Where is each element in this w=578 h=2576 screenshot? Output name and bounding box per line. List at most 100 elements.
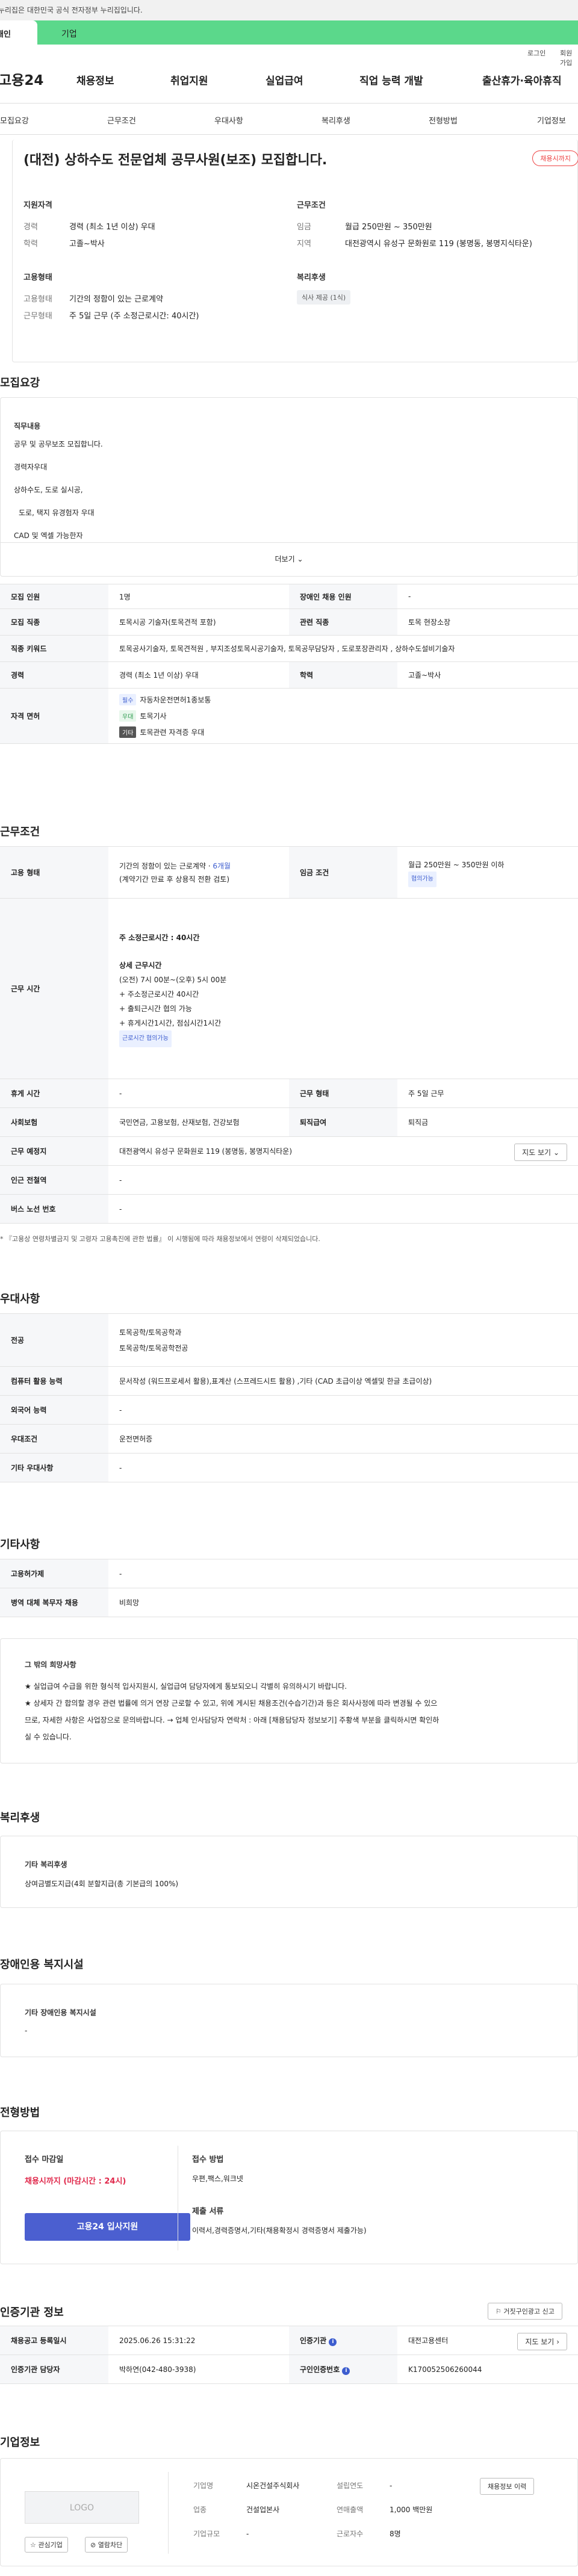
subnav-welfare[interactable]: 복리후생 [322,114,350,126]
hire-value: - [108,1559,578,1588]
place-key: 근무 예정지 [0,1136,108,1166]
disabled-card: 기타 장애인용 복지시설 - [0,1984,578,2057]
reg-key: 채용공고 등록일시 [0,2326,108,2355]
user-type-band: 개인 기업 [0,20,578,45]
retire-key: 퇴직급여 [289,1107,397,1137]
subnav-recruit[interactable]: 모집요강 [0,114,29,126]
etc-key: 기타 우대사항 [0,1453,108,1482]
subnav-company[interactable]: 기업정보 [537,114,566,126]
info-icon[interactable]: i [342,2367,350,2375]
rest-value: - [108,1079,289,1108]
wage-value: 월급 250만원 ~ 350만원 이하 협의가능 [397,846,578,899]
company-revenue: 연매출액 1,000 백만원 [337,2506,433,2514]
company-industry: 업종 건설업본사 [193,2506,280,2514]
megaphone-icon: ⚐ [496,2308,502,2315]
more-button[interactable]: 더보기 ⌄ [1,542,577,577]
deadline-value: 채용시까지 (마감시간 : 24시) [25,2177,126,2186]
method-value: 우편,팩스,워크넷 [192,2175,243,2183]
headcount-key: 모집 인원 [0,584,108,609]
welfare-etc-label: 기타 복리후생 [25,1860,67,1869]
job-value: 토목시공 기술자(토목견적 포함) [108,608,289,636]
prefer-table: 전공 토목공학/토목공학과 토목공학/토목공학전공 컴퓨터 활용 능력 문서작성 (워… [0,1313,578,1482]
welfare-card: 기타 복리후생 상여금별도지급(4회 분할지급(총 기본급의 100%) [0,1836,578,1908]
other-wish-label: 그 밖의 희망사항 [25,1661,76,1669]
lic-badge-required: 필수 [119,694,137,705]
process-card: 접수 마감일 채용시까지 (마감시간 : 24시) 고용24 입사지원 접수 방… [0,2131,578,2264]
company-title: 기업정보 [0,2436,40,2449]
subnav-prefer[interactable]: 우대사항 [214,114,243,126]
company-workers: 근로자수 8명 [337,2530,401,2538]
company-logo: LOGO [25,2491,139,2524]
chevron-down-icon: ⌄ [297,555,303,563]
gov-bar: 이 누리집은 대한민국 공식 전자정부 누리집입니다. [0,0,578,20]
fav-company-button[interactable]: ☆ 관심기업 [25,2537,68,2553]
recruit-title: 모집요강 [0,377,40,389]
lic-badge-etc: 기타 [119,726,137,738]
mil-key: 병역 대체 복무자 채용 [0,1588,108,1617]
nav-item-benefits[interactable]: 실업급여 [266,72,303,87]
org-key: 인증기관 i [289,2326,397,2355]
place-value: 대전광역시 유성구 문화원로 119 (봉명동, 봉명지식타운) 지도 보기 ⌄ [108,1136,578,1166]
welfare-pill: 식사 제공 (1식) [297,290,351,305]
type-key: 근무 형태 [289,1079,397,1108]
block-company-button[interactable]: ⊘ 열람차단 [85,2537,128,2553]
condition-table: 고용 형태 기간의 정함이 있는 근로계약 · 6개월 (계약기간 만료 후 상용… [0,846,578,1224]
major-key: 전공 [0,1313,108,1367]
map-button[interactable]: 지도 보기 ⌄ [514,1144,567,1161]
company-size: 기업규모 - [193,2530,249,2538]
org-value: 대전고용센터 지도 보기 › [397,2326,578,2355]
nav-item-training[interactable]: 직업 능력 개발 [359,72,423,87]
info-icon[interactable]: i [329,2338,337,2346]
nav-item-leave[interactable]: 출산휴가·육아휴직 [482,72,562,87]
other-title: 기타사항 [0,1538,40,1551]
subnav-condition[interactable]: 근무조건 [107,114,136,126]
report-button[interactable]: ⚐ 거짓구인광고 신고 [488,2303,562,2320]
tab-personal[interactable]: 개인 [0,20,37,45]
company-card: LOGO ☆ 관심기업 ⊘ 열람차단 기업명 시온건설주식회사 설립연도 - 업종 건… [0,2458,578,2566]
login-link[interactable]: 로그인 [527,48,545,58]
career-key: 경력 [0,661,108,689]
docs-value: 이력서,경력증명서,기타(채용확정시 경력증명서 제출가능) [192,2226,367,2235]
bus-value: - [108,1194,578,1224]
rel-key: 관련 직종 [289,608,397,636]
agency-table: 채용공고 등록일시 2025.06.26 15:31:22 인증기관 i 대전고용센터… [0,2326,578,2384]
tab-company[interactable]: 기업 [61,28,77,40]
qual-label: 지원자격 [23,201,52,210]
job-key: 모집 직종 [0,608,108,636]
apply-button[interactable]: 고용24 입사지원 [25,2213,190,2241]
emp-row-type: 고용형태 기간의 정함이 있는 근로계약 [23,295,163,304]
site-logo[interactable]: 고용24 [0,69,43,89]
nav-item-jobs[interactable]: 채용정보 [76,72,114,87]
deadline-label: 접수 마감일 [25,2155,64,2164]
main-nav: 고용24 채용정보 취업지원 실업급여 직업 능력 개발 출산휴가·육아휴직 [0,60,578,104]
history-button[interactable]: 채용정보 이력 [480,2478,535,2495]
headcount-value: 1명 [108,584,289,609]
lang-value: - [108,1395,578,1425]
nav-item-support[interactable]: 취업지원 [170,72,208,87]
job-title: (대전) 상하수도 전문업체 공무사원(보조) 모집합니다. [23,153,328,168]
subnav-process[interactable]: 전형방법 [429,114,458,126]
work-label: 근무조건 [297,201,326,210]
deadline-badge: 채용시까지 [532,150,578,166]
reg-value: 2025.06.26 15:31:22 [108,2326,289,2355]
cond-value: 운전면허증 [108,1424,578,1454]
lic-value: 필수 자동차운전면허1종보통 우대 토목기사 기타 토목관련 자격증 우대 [108,688,578,744]
duty-card: 직무내용 공무 및 공무보조 모집합니다. 경력자우대 상하수도, 도로 실시공… [0,397,578,577]
divider [168,2472,169,2554]
process-title: 전형방법 [0,2107,40,2119]
lic-key: 자격 면허 [0,688,108,744]
work-row-area: 지역 대전광역시 유성구 문화원로 119 (봉명동, 봉명지식타운) [297,240,532,249]
staff-value: 박하연(042-480-3938) [108,2355,289,2384]
cond-key: 우대조건 [0,1424,108,1454]
other-wish-line: ★ 상세자 간 합의할 경우 관련 법률에 의거 연장 근로할 수 있고, 위에… [25,1699,438,1708]
recruit-table: 모집 인원 1명 장애인 채용 인원 - 모집 직종 토목시공 기술자(토목견적 포함)… [0,584,578,744]
method-label: 접수 방법 [192,2155,224,2164]
prefer-title: 우대사항 [0,1293,40,1305]
pc-key: 컴퓨터 활용 능력 [0,1366,108,1396]
qual-row-career: 경력 경력 (최소 1년 이상) 우대 [23,223,155,232]
agency-map-button[interactable]: 지도 보기 › [517,2333,567,2350]
num-key: 구인인증번호 i [289,2355,397,2384]
disabled-key: 장애인 채용 인원 [289,584,397,609]
qual-row-edu: 학력 고졸~박사 [23,240,105,249]
rel-value: 토목 현장소장 [397,608,578,636]
